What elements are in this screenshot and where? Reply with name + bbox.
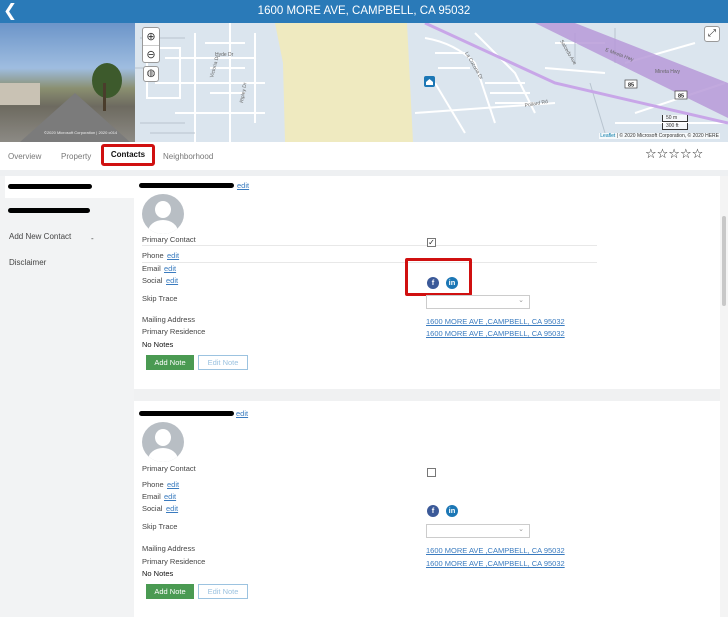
linkedin-icon[interactable]: in xyxy=(446,277,458,289)
skip-trace-label: Skip Trace xyxy=(142,522,178,531)
add-note-button[interactable]: Add Note xyxy=(146,355,194,370)
mailing-address-link[interactable]: 1600 MORE AVE ,CAMPBELL, CA 95032 xyxy=(426,317,565,326)
contact-card: edit Primary Contact ✓ Phone edit Email … xyxy=(134,176,720,389)
avatar xyxy=(142,194,184,234)
top-bar: ❮ 1600 MORE AVE, CAMPBELL, CA 95032 xyxy=(0,0,728,23)
street-grid xyxy=(146,23,726,142)
tab-contacts[interactable]: Contacts xyxy=(101,144,155,166)
add-note-button[interactable]: Add Note xyxy=(146,584,194,599)
divider xyxy=(142,262,597,263)
tab-bar: Overview Property Contacts Neighborhood … xyxy=(0,142,728,170)
scale-imperial: 300 ft xyxy=(662,123,688,130)
phone-edit-link[interactable]: edit xyxy=(167,251,179,260)
divider xyxy=(142,245,597,246)
zoom-out-icon[interactable]: ⊖ xyxy=(143,45,159,62)
facebook-icon[interactable]: f xyxy=(427,505,439,517)
chevron-down-icon: ⌄ xyxy=(518,296,524,304)
avatar xyxy=(142,422,184,462)
social-label: Social xyxy=(142,504,163,513)
street-label: La Cozona Dr xyxy=(463,51,484,81)
edit-note-button[interactable]: Edit Note xyxy=(198,355,248,370)
social-edit-link[interactable]: edit xyxy=(166,276,178,285)
star-rating[interactable]: ☆☆☆☆☆ xyxy=(645,147,703,162)
primary-contact-label: Primary Contact xyxy=(142,235,196,244)
map[interactable]: Hyde Dr Victoria Dr Ripley Dr Pollard Rd La … xyxy=(135,23,728,142)
card-separator xyxy=(134,389,720,401)
road-shield-label: 85 xyxy=(678,94,684,100)
notes-text: No Notes xyxy=(142,569,174,578)
zoom-control: ⊕ ⊖ xyxy=(142,27,160,63)
skip-trace-label: Skip Trace xyxy=(142,294,178,303)
skip-trace-select[interactable]: ⌄ xyxy=(426,295,530,309)
phone-edit-link[interactable]: edit xyxy=(167,480,179,489)
phone-label: Phone xyxy=(142,251,164,260)
map-scale: 50 m 300 ft xyxy=(662,115,688,131)
contacts-panel: edit Primary Contact ✓ Phone edit Email … xyxy=(134,176,720,617)
redacted-name xyxy=(8,184,92,189)
map-attribution: Leaflet | © 2020 Microsoft Corporation, … xyxy=(599,133,720,139)
street-view-image[interactable]: ©2020 Microsoft Corporation | 2020 c014 xyxy=(0,23,135,142)
skip-trace-select[interactable]: ⌄ xyxy=(426,524,530,538)
sidebar-item-disclaimer[interactable]: Disclaimer xyxy=(9,258,46,267)
primary-residence-label: Primary Residence xyxy=(142,327,206,336)
edit-name-link[interactable]: edit xyxy=(236,409,248,418)
primary-contact-checkbox[interactable]: ✓ xyxy=(427,238,436,247)
edit-note-button[interactable]: Edit Note xyxy=(198,584,248,599)
mailing-address-label: Mailing Address xyxy=(142,315,195,324)
social-edit-link[interactable]: edit xyxy=(166,504,178,513)
globe-icon[interactable]: ◍ xyxy=(143,66,159,82)
sidebar: Add New Contact - Disclaimer xyxy=(0,176,134,617)
email-edit-link[interactable]: edit xyxy=(164,264,176,273)
email-label: Email xyxy=(142,492,161,501)
primary-contact-checkbox[interactable] xyxy=(427,468,436,477)
expand-icon[interactable]: ⤢ xyxy=(704,26,720,42)
phone-label: Phone xyxy=(142,480,164,489)
street-view-credit: ©2020 Microsoft Corporation | 2020 c014 xyxy=(44,130,118,135)
tab-overview[interactable]: Overview xyxy=(8,152,41,161)
park-area xyxy=(275,23,413,142)
email-edit-link[interactable]: edit xyxy=(164,492,176,501)
tab-property[interactable]: Property xyxy=(61,152,91,161)
zoom-in-icon[interactable]: ⊕ xyxy=(143,28,159,45)
social-highlight xyxy=(405,258,472,296)
mailing-address-link[interactable]: 1600 MORE AVE ,CAMPBELL, CA 95032 xyxy=(426,546,565,555)
primary-residence-link[interactable]: 1600 MORE AVE ,CAMPBELL, CA 95032 xyxy=(426,329,565,338)
email-label: Email xyxy=(142,264,161,273)
attribution-text: | © 2020 Microsoft Corporation, © 2020 H… xyxy=(615,133,719,139)
scale-metric: 50 m xyxy=(662,115,688,122)
sidebar-marker: - xyxy=(91,234,94,243)
chevron-down-icon: ⌄ xyxy=(518,525,524,533)
redacted-name xyxy=(139,411,234,416)
notes-text: No Notes xyxy=(142,340,174,349)
scrollbar[interactable] xyxy=(720,176,728,617)
road-shield-label: 85 xyxy=(628,83,634,89)
edit-name-link[interactable]: edit xyxy=(237,181,249,190)
page-title: 1600 MORE AVE, CAMPBELL, CA 95032 xyxy=(257,5,471,17)
contact-card: edit Primary Contact Phone edit Email ed… xyxy=(134,404,720,617)
primary-contact-label: Primary Contact xyxy=(142,464,196,473)
redacted-name xyxy=(139,183,234,188)
mailing-address-label: Mailing Address xyxy=(142,544,195,553)
scrollbar-thumb[interactable] xyxy=(722,216,726,306)
sidebar-item-contact-2[interactable] xyxy=(8,208,90,213)
sidebar-item-add-contact[interactable]: Add New Contact xyxy=(9,232,71,241)
leaflet-link[interactable]: Leaflet xyxy=(600,133,615,139)
social-label: Social xyxy=(142,276,163,285)
tab-neighborhood[interactable]: Neighborhood xyxy=(163,152,213,161)
facebook-icon[interactable]: f xyxy=(427,277,439,289)
sidebar-item-contact-1[interactable] xyxy=(5,176,134,198)
street-label: Ripley Dr xyxy=(239,82,249,104)
primary-residence-link[interactable]: 1600 MORE AVE ,CAMPBELL, CA 95032 xyxy=(426,559,565,568)
linkedin-icon[interactable]: in xyxy=(446,505,458,517)
map-canvas: Hyde DrVictoria DrRipley DrPollard RdLa … xyxy=(135,23,728,142)
street-label: Mireta Hwy xyxy=(655,69,681,75)
primary-residence-label: Primary Residence xyxy=(142,557,206,566)
